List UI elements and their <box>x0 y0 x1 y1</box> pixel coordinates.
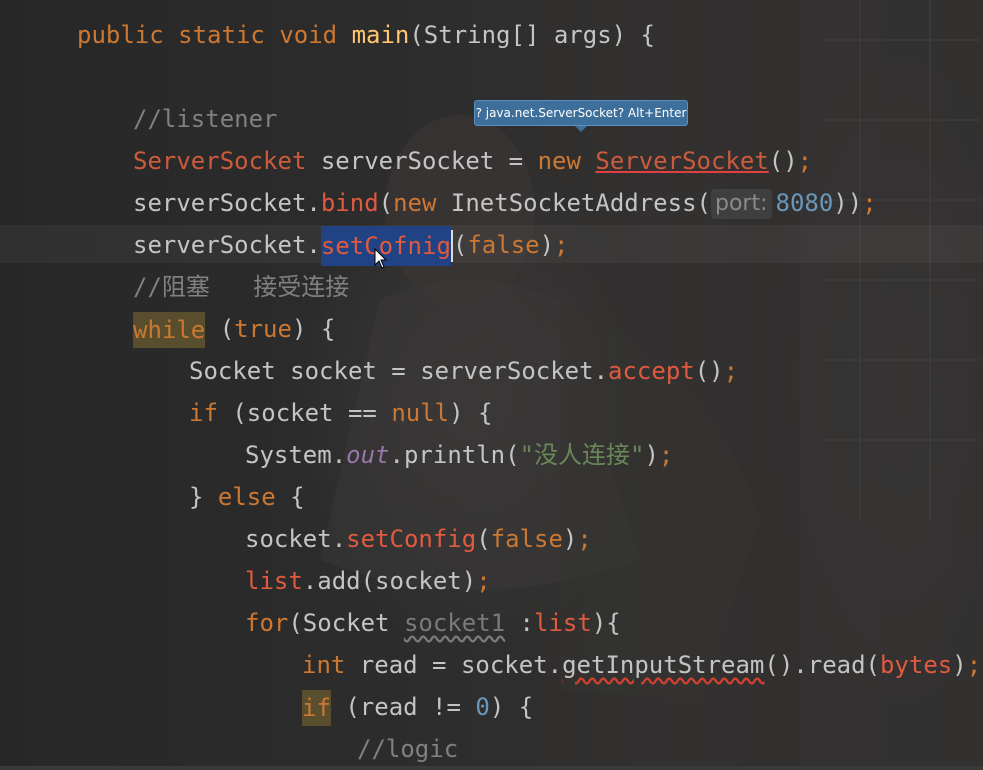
code-token: void <box>279 21 352 49</box>
code-line[interactable]: System.out.println("没人连接"); <box>245 434 673 476</box>
code-token: serverSocket = <box>306 147 538 175</box>
code-line[interactable]: if (socket == null) { <box>189 392 492 434</box>
code-token: main <box>351 21 410 49</box>
code-token: false <box>490 525 563 553</box>
code-line[interactable]: int read = socket.getInputStream().read(… <box>302 644 981 686</box>
code-editor[interactable]: public static void main(String[] args) {… <box>0 0 983 770</box>
code-token: ){ <box>591 609 621 637</box>
code-token: bind <box>320 189 379 217</box>
code-line[interactable]: ServerSocket serverSocket = new ServerSo… <box>133 140 812 182</box>
code-token: 0 <box>475 693 490 721</box>
code-token: ; <box>476 567 491 595</box>
code-line[interactable]: public static void main(String[] args) { <box>77 14 655 56</box>
code-token: ) <box>952 651 967 679</box>
code-token: accept <box>608 357 695 385</box>
parameter-hint: port: <box>710 189 772 219</box>
code-token: if <box>189 399 233 427</box>
code-token: new <box>537 147 596 175</box>
code-token: true <box>234 315 292 343</box>
code-token: ) { <box>449 399 493 427</box>
code-token: (String[] args) { <box>409 21 655 49</box>
code-line[interactable]: //阻塞 接受连接 <box>133 266 349 308</box>
code-token: ; <box>797 147 813 175</box>
code-token: { <box>290 483 305 511</box>
code-token: .add(socket) <box>302 567 477 595</box>
code-token: (read != <box>330 693 476 721</box>
code-line[interactable]: Socket socket = serverSocket.accept(); <box>189 350 738 392</box>
code-token: ; <box>554 231 569 259</box>
editor-bottom-border <box>0 766 983 770</box>
code-token: false <box>467 231 540 259</box>
code-token: .println( <box>389 441 520 469</box>
code-token: for <box>245 609 289 637</box>
code-token: bytes <box>879 651 953 679</box>
code-token: )) <box>833 189 863 217</box>
code-token: ; <box>577 525 592 553</box>
code-token: ; <box>658 441 674 469</box>
code-line[interactable]: //listener <box>133 98 278 140</box>
code-token: getInputStream <box>562 651 765 679</box>
code-line[interactable]: serverSocket.bind(new InetSocketAddress(… <box>133 182 877 224</box>
code-token: public <box>77 21 179 49</box>
code-token: list <box>534 609 592 637</box>
code-token: if <box>302 690 331 726</box>
code-token: Socket socket = serverSocket. <box>189 357 609 385</box>
code-token: ) <box>644 441 659 469</box>
code-token: : <box>505 609 535 637</box>
mouse-pointer-icon <box>374 248 388 269</box>
code-token: ( <box>452 231 468 259</box>
code-token: while <box>133 312 206 348</box>
code-token: ServerSocket <box>595 147 769 175</box>
code-token: else <box>217 483 291 511</box>
code-token: "没人连接" <box>519 441 645 469</box>
code-token: serverSocket. <box>133 189 321 217</box>
import-suggestion-tooltip[interactable]: ? java.net.ServerSocket? Alt+Enter <box>474 100 688 132</box>
code-token: socket1 <box>403 609 506 637</box>
code-token: ( <box>205 315 235 343</box>
code-token: new <box>393 189 451 217</box>
code-token: ) <box>562 525 578 553</box>
code-token: //logic <box>357 735 459 763</box>
code-token: () <box>768 147 798 175</box>
code-token: ( <box>476 525 491 553</box>
code-token: InetSocketAddress( <box>450 189 711 217</box>
code-token: serverSocket. <box>133 231 321 259</box>
code-token: ; <box>723 357 739 385</box>
code-token: } <box>189 483 218 511</box>
code-token: int <box>302 651 360 679</box>
code-token: //阻塞 接受连接 <box>133 273 350 301</box>
code-token: out <box>346 441 390 469</box>
code-token: (socket == <box>232 399 392 427</box>
code-line[interactable]: socket.setConfig(false); <box>245 518 592 560</box>
code-token: System. <box>245 441 347 469</box>
code-token: ) <box>539 231 555 259</box>
code-token: ) { <box>489 693 534 721</box>
code-token: ( <box>378 189 394 217</box>
code-line[interactable]: if (read != 0) { <box>302 686 533 728</box>
code-token: //listener <box>133 105 278 133</box>
code-token: 8080 <box>775 189 834 217</box>
code-line[interactable]: for(Socket socket1 :list){ <box>245 602 621 644</box>
code-line[interactable]: } else { <box>189 476 305 518</box>
code-token: ; <box>966 651 982 679</box>
code-token: read = socket. <box>359 651 563 679</box>
code-token: ) { <box>291 315 336 343</box>
code-line[interactable]: //logic <box>357 728 458 770</box>
code-token: null <box>391 399 450 427</box>
code-token: ; <box>862 189 877 217</box>
code-token: () <box>694 357 724 385</box>
code-token: list <box>245 567 303 595</box>
code-line[interactable]: serverSocket.setCofnig(false); <box>133 224 569 266</box>
code-token: ServerSocket <box>133 147 307 175</box>
code-token: setConfig <box>346 525 477 553</box>
code-token: static <box>178 21 280 49</box>
code-token: ().read( <box>764 651 880 679</box>
code-token: socket. <box>245 525 347 553</box>
code-line[interactable]: list.add(socket); <box>245 560 491 602</box>
import-suggestion-text: ? java.net.ServerSocket? Alt+Enter <box>475 106 687 120</box>
code-line[interactable]: while (true) { <box>133 308 335 350</box>
code-token: (Socket <box>288 609 404 637</box>
